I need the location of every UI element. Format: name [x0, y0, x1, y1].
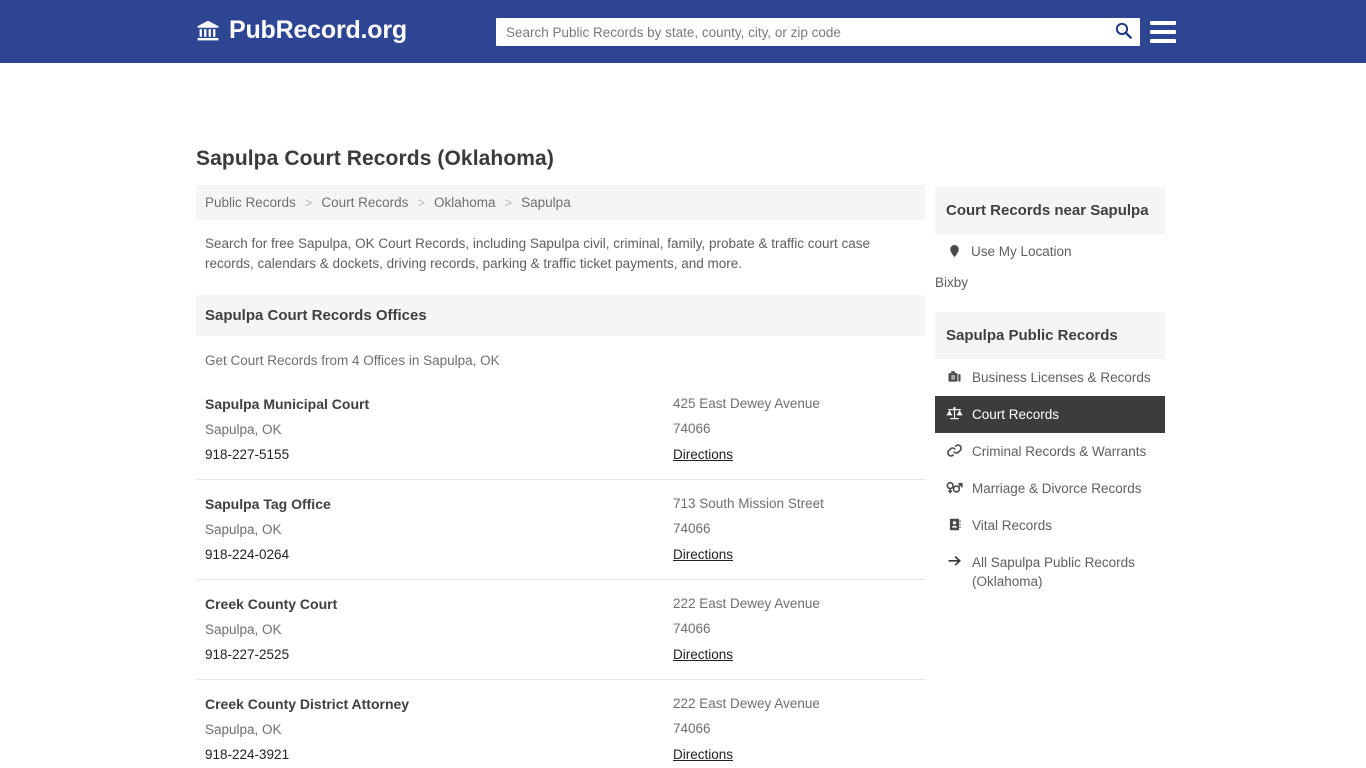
search-input[interactable]	[496, 19, 1106, 45]
office-zip: 74066	[673, 621, 711, 636]
office-right-column: 425 East Dewey Avenue 74066 Directions	[673, 396, 916, 464]
office-row: Sapulpa Tag Office Sapulpa, OK 918-224-0…	[196, 480, 925, 580]
balance-scale-icon	[946, 405, 963, 421]
sidebar-item-label: Criminal Records & Warrants	[972, 444, 1147, 459]
use-my-location-label: Use My Location	[971, 243, 1072, 259]
map-pin-icon	[946, 243, 962, 259]
hamburger-bar	[1150, 21, 1176, 25]
sidebar-nearby-block: Court Records near Sapulpa Use My Locati…	[935, 187, 1165, 290]
sidebar-item-criminal-records[interactable]: Criminal Records & Warrants	[935, 433, 1165, 470]
office-left-column: Sapulpa Tag Office Sapulpa, OK 918-224-0…	[205, 496, 673, 564]
sidebar-nearby-heading: Court Records near Sapulpa	[935, 187, 1165, 234]
bank-icon	[196, 19, 220, 43]
breadcrumb-separator-icon: >	[417, 195, 426, 210]
breadcrumb-item-court-records[interactable]: Court Records	[321, 195, 408, 210]
site-logo-text: PubRecord.org	[229, 16, 407, 44]
fingerprint-icon	[946, 442, 963, 458]
office-directions-link[interactable]: Directions	[673, 647, 733, 662]
office-city-state: Sapulpa, OK	[205, 722, 282, 737]
sidebar: Court Records near Sapulpa Use My Locati…	[935, 187, 1165, 622]
office-phone[interactable]: 918-224-0264	[205, 547, 673, 562]
breadcrumb-item-public-records[interactable]: Public Records	[205, 195, 296, 210]
office-left-column: Creek County District Attorney Sapulpa, …	[205, 696, 673, 764]
briefcase-icon	[946, 368, 963, 384]
office-phone[interactable]: 918-224-3921	[205, 747, 673, 762]
sidebar-item-label: Business Licenses & Records	[972, 370, 1151, 385]
offices-count-note: Get Court Records from 4 Offices in Sapu…	[205, 353, 500, 368]
office-directions-link[interactable]: Directions	[673, 547, 733, 562]
nearby-place-bixby[interactable]: Bixby	[935, 268, 1165, 290]
office-right-column: 713 South Mission Street 74066 Direction…	[673, 496, 916, 564]
office-right-column: 222 East Dewey Avenue 74066 Directions	[673, 596, 916, 664]
sidebar-item-vital-records[interactable]: Vital Records	[935, 507, 1165, 544]
office-phone[interactable]: 918-227-2525	[205, 647, 673, 662]
use-my-location-link[interactable]: Use My Location	[935, 234, 1165, 268]
sidebar-item-label: Marriage & Divorce Records	[972, 481, 1142, 496]
office-directions-link[interactable]: Directions	[673, 447, 733, 462]
hamburger-bar	[1150, 39, 1176, 43]
search-icon	[1114, 21, 1133, 43]
breadcrumb: Public Records > Court Records > Oklahom…	[196, 185, 925, 220]
office-left-column: Creek County Court Sapulpa, OK 918-227-2…	[205, 596, 673, 664]
office-address: 425 East Dewey Avenue	[673, 396, 820, 411]
sidebar-item-marriage-divorce[interactable]: Marriage & Divorce Records	[935, 470, 1165, 507]
sidebar-item-label: Court Records	[972, 407, 1060, 422]
office-city-state: Sapulpa, OK	[205, 622, 282, 637]
page-intro-text: Search for free Sapulpa, OK Court Record…	[205, 236, 871, 271]
sidebar-item-label: Vital Records	[972, 518, 1053, 533]
address-book-icon	[946, 516, 963, 532]
sidebar-item-label: All Sapulpa Public Records (Oklahoma)	[972, 555, 1135, 589]
page-title: Sapulpa Court Records (Oklahoma)	[196, 147, 554, 170]
office-zip: 74066	[673, 521, 711, 536]
office-phone[interactable]: 918-227-5155	[205, 447, 673, 462]
arrow-right-icon	[946, 553, 963, 568]
sidebar-item-business-licenses[interactable]: Business Licenses & Records	[935, 359, 1165, 396]
office-row: Creek County District Attorney Sapulpa, …	[196, 680, 925, 768]
office-row: Sapulpa Municipal Court Sapulpa, OK 918-…	[196, 380, 925, 480]
search-bar	[496, 18, 1140, 46]
office-right-column: 222 East Dewey Avenue 74066 Directions	[673, 696, 916, 764]
office-row: Creek County Court Sapulpa, OK 918-227-2…	[196, 580, 925, 680]
breadcrumb-separator-icon: >	[504, 195, 513, 210]
site-logo-link[interactable]: PubRecord.org	[196, 18, 407, 43]
office-zip: 74066	[673, 721, 711, 736]
sidebar-item-court-records[interactable]: Court Records	[935, 396, 1165, 433]
office-name: Creek County Court	[205, 596, 338, 612]
hamburger-bar	[1150, 30, 1176, 34]
office-address: 222 East Dewey Avenue	[673, 696, 820, 711]
hamburger-menu-icon[interactable]	[1150, 19, 1176, 45]
breadcrumb-item-oklahoma[interactable]: Oklahoma	[434, 195, 496, 210]
office-name: Sapulpa Municipal Court	[205, 396, 370, 412]
office-directions-link[interactable]: Directions	[673, 747, 733, 762]
offices-section-heading: Sapulpa Court Records Offices	[196, 295, 925, 336]
search-button[interactable]	[1106, 18, 1140, 46]
breadcrumb-separator-icon: >	[304, 195, 313, 210]
venus-mars-icon	[946, 479, 963, 495]
office-city-state: Sapulpa, OK	[205, 522, 282, 537]
sidebar-records-block: Sapulpa Public Records Business Licenses…	[935, 312, 1165, 600]
office-name: Sapulpa Tag Office	[205, 496, 331, 512]
office-name: Creek County District Attorney	[205, 696, 410, 712]
office-address: 713 South Mission Street	[673, 496, 824, 511]
office-address: 222 East Dewey Avenue	[673, 596, 820, 611]
offices-list: Sapulpa Municipal Court Sapulpa, OK 918-…	[196, 380, 925, 768]
sidebar-item-all-public-records[interactable]: All Sapulpa Public Records (Oklahoma)	[935, 544, 1165, 600]
office-zip: 74066	[673, 421, 711, 436]
office-left-column: Sapulpa Municipal Court Sapulpa, OK 918-…	[205, 396, 673, 464]
site-header: PubRecord.org	[0, 0, 1366, 63]
breadcrumb-item-sapulpa[interactable]: Sapulpa	[521, 195, 571, 210]
sidebar-records-heading: Sapulpa Public Records	[935, 312, 1165, 359]
office-city-state: Sapulpa, OK	[205, 422, 282, 437]
main-content: Sapulpa Court Records (Oklahoma) Public …	[196, 147, 925, 768]
